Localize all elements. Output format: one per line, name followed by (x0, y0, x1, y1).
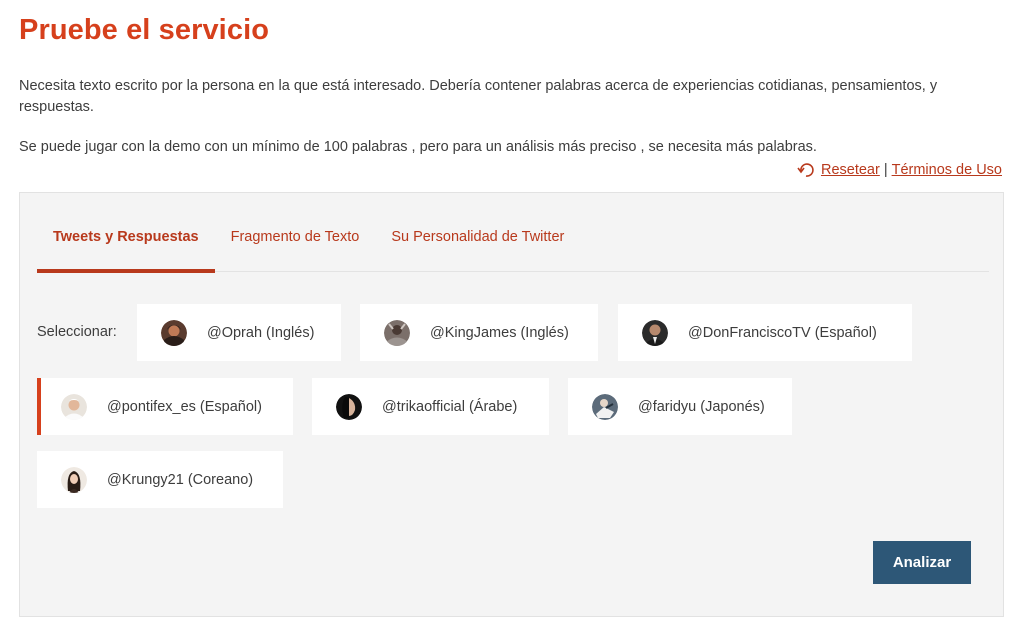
page-title: Pruebe el servicio (19, 14, 270, 46)
demo-panel: Tweets y Respuestas Fragmento de Texto S… (19, 192, 1004, 617)
account-chip-kingjames[interactable]: @KingJames (Inglés) (360, 304, 598, 361)
description-paragraph: Necesita texto escrito por la persona en… (19, 78, 938, 115)
account-chip-trikaofficial[interactable]: @trikaofficial (Árabe) (312, 378, 549, 435)
account-label: @KingJames (Inglés) (430, 324, 569, 341)
account-chip-faridyu[interactable]: @faridyu (Japonés) (568, 378, 792, 435)
oprah-avatar (161, 319, 187, 346)
kingjames-avatar (384, 319, 410, 346)
select-label: Seleccionar: (37, 324, 117, 340)
analyze-button[interactable]: Analizar (873, 541, 971, 584)
trikaofficial-avatar (336, 393, 362, 420)
account-label: @faridyu (Japonés) (638, 398, 765, 415)
krungy21-avatar (61, 466, 87, 493)
account-chip-donfranciscotv[interactable]: @DonFranciscoTV (Español) (618, 304, 912, 361)
account-label: @trikaofficial (Árabe) (382, 398, 518, 415)
account-chip-oprah[interactable]: @Oprah (Inglés) (137, 304, 341, 361)
pontifex-avatar (61, 393, 87, 420)
tab-text-fragment[interactable]: Fragmento de Texto (215, 219, 376, 272)
account-chip-krungy21[interactable]: @Krungy21 (Coreano) (37, 451, 283, 508)
reset-icon[interactable] (797, 162, 815, 178)
donfranciscotv-avatar (642, 319, 668, 346)
tab-twitter-personality[interactable]: Su Personalidad de Twitter (375, 219, 580, 272)
minimum-words-note: Se puede jugar con la demo con un mínimo… (19, 139, 817, 155)
reset-link[interactable]: Resetear (821, 162, 880, 178)
account-label: @DonFranciscoTV (Español) (688, 324, 877, 341)
account-label: @Krungy21 (Coreano) (107, 471, 254, 488)
account-chip-pontifex[interactable]: @pontifex_es (Español) (37, 378, 293, 435)
top-links: Resetear | Términos de Uso (797, 162, 1002, 178)
terms-of-use-link[interactable]: Términos de Uso (892, 162, 1002, 178)
account-label: @pontifex_es (Español) (107, 398, 262, 415)
link-separator: | (883, 162, 888, 178)
tab-tweets-responses[interactable]: Tweets y Respuestas (37, 219, 215, 273)
account-label: @Oprah (Inglés) (207, 324, 315, 341)
tab-bar: Tweets y Respuestas Fragmento de Texto S… (37, 219, 989, 273)
faridyu-avatar (592, 393, 618, 420)
